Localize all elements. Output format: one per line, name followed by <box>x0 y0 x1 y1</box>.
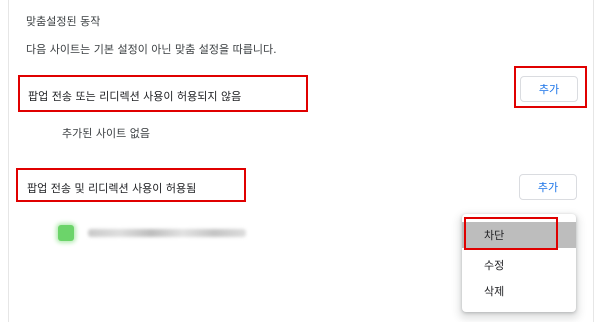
no-sites-text: 추가된 사이트 없음 <box>62 127 150 140</box>
menu-item-edit[interactable]: 수정 <box>462 252 576 278</box>
blocked-add-button[interactable]: 추가 <box>520 76 578 102</box>
menu-item-remove[interactable]: 삭제 <box>462 278 576 304</box>
menu-item-label: 삭제 <box>484 285 505 298</box>
section-title: 맞춤설정된 동작 <box>26 15 101 28</box>
blurred-site-url <box>88 229 246 237</box>
section-description: 다음 사이트는 기본 설정이 아닌 맞춤 설정을 따릅니다. <box>26 43 277 56</box>
menu-block-highlight <box>464 217 558 250</box>
allowed-site-row[interactable] <box>50 222 260 244</box>
blocked-section-label: 팝업 전송 또는 리디렉션 사용이 허용되지 않음 <box>28 90 242 103</box>
allowed-section-label: 팝업 전송 및 리디렉션 사용이 허용됨 <box>27 182 197 195</box>
allowed-add-button[interactable]: 추가 <box>519 174 577 200</box>
menu-item-label: 수정 <box>484 259 505 272</box>
site-favicon-icon <box>58 225 74 241</box>
